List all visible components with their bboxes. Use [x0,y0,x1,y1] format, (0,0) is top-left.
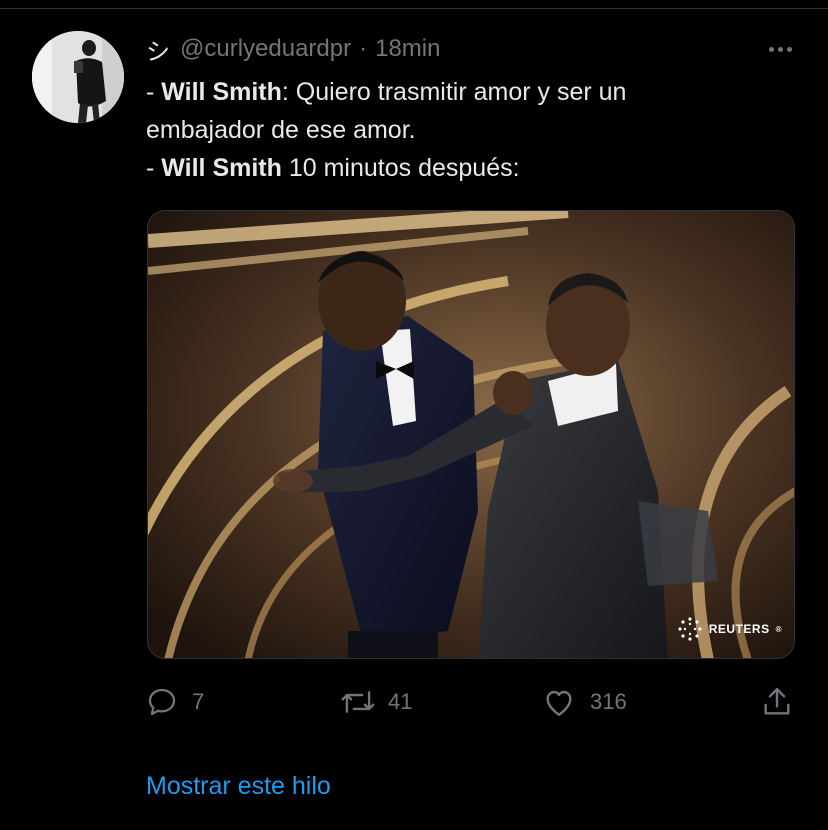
retweet-count: 41 [388,689,413,714]
more-options-button[interactable] [760,36,800,62]
mention-bold: Will Smith [161,78,282,106]
tweet-photo[interactable]: REUTERS ® [147,210,795,659]
tweet-text-line: - Will Smith 10 minutos después: [146,154,520,182]
reply-button[interactable]: 7 [146,682,204,722]
reply-bubble-icon [148,688,176,716]
heart-icon [546,690,572,716]
reply-count: 7 [192,689,205,714]
avatar[interactable] [32,31,124,123]
share-upload-icon [764,688,790,715]
reuters-watermark: REUTERS ® [677,616,782,642]
display-name[interactable]: シ [146,32,170,67]
watermark-registered: ® [775,624,782,634]
retweet-button[interactable]: 41 [340,682,412,722]
reuters-logo-icon [678,617,702,641]
mention-bold: Will Smith [161,154,282,182]
photo-scene [148,211,794,658]
tweet-header: シ @curlyeduardpr · 18min [146,32,440,66]
show-thread-link[interactable]: Mostrar este hilo [146,772,331,801]
tweet-text-line: embajador de ese amor. [146,116,416,144]
user-handle[interactable]: @curlyeduardpr [180,35,351,63]
like-count: 316 [590,689,627,714]
more-horizontal-icon [768,46,774,52]
watermark-text: REUTERS [708,622,770,636]
tweet-text: - Will Smith: Quiero trasmitir amor y se… [146,73,786,187]
like-button[interactable]: 316 [542,682,627,722]
tweet-actions: 7 41 316 [146,682,800,722]
timestamp[interactable]: 18min [375,35,440,63]
separator-dot: · [359,35,368,62]
top-divider [0,8,828,9]
retweet-icon [341,691,375,713]
tweet-text-line: - Will Smith: Quiero trasmitir amor y se… [146,78,627,106]
avatar-image [32,31,124,123]
share-button[interactable] [760,682,794,722]
